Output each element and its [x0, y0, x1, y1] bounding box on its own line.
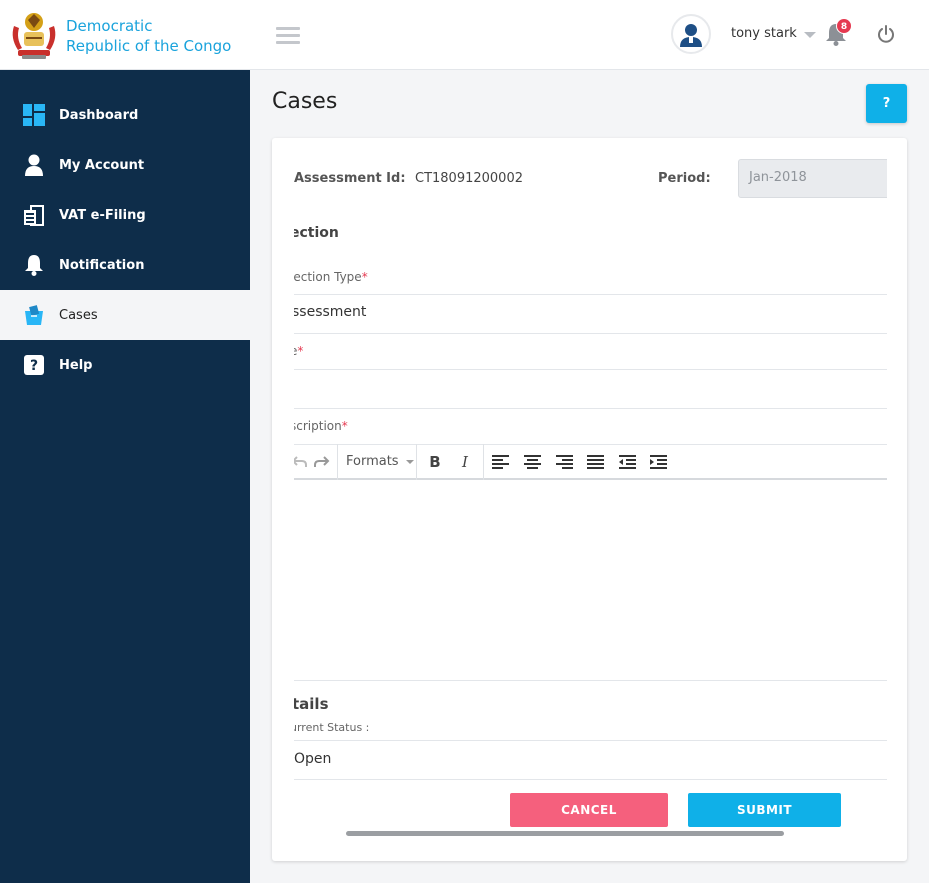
required-mark: * [297, 344, 304, 358]
description-label: scription* [294, 419, 348, 433]
svg-text:?: ? [30, 358, 38, 374]
chevron-down-icon[interactable] [804, 32, 816, 38]
toolbar-separator [483, 444, 484, 480]
align-center-icon[interactable] [521, 451, 543, 473]
assessment-id-label: Assessment Id: [294, 171, 406, 186]
help-button[interactable]: ? [866, 84, 907, 123]
sidebar-item-label: My Account [59, 157, 145, 173]
divider [294, 740, 887, 741]
editor-toolbar: Formats B I [294, 444, 887, 480]
sidebar-item-label: VAT e-Filing [59, 207, 146, 223]
brand-title-line2: Republic of the Congo [66, 37, 232, 55]
dashboard-icon [22, 103, 46, 127]
divider [294, 333, 887, 334]
period-field: Jan-2018 [738, 159, 887, 198]
divider [294, 408, 887, 409]
horizontal-scrollbar[interactable] [346, 831, 784, 836]
objection-type-select[interactable]: ssessment [294, 304, 366, 320]
sidebar-item-help[interactable]: ? Help [0, 340, 250, 390]
divider [294, 680, 887, 681]
align-justify-icon[interactable] [584, 451, 606, 473]
toolbar-separator [416, 444, 417, 480]
divider [294, 369, 887, 370]
objection-type-label-text: jection Type [294, 270, 362, 284]
current-status-label: urrent Status : [294, 721, 370, 734]
user-avatar[interactable] [671, 14, 711, 54]
redo-icon[interactable] [311, 451, 333, 473]
page-title: Cases [272, 89, 338, 114]
brand-title: Democratic Republic of the Congo [66, 16, 231, 56]
bold-button[interactable]: B [424, 451, 446, 473]
menu-toggle-icon[interactable] [276, 27, 300, 45]
align-left-icon[interactable] [489, 451, 511, 473]
cases-icon [22, 303, 46, 327]
title-input[interactable] [294, 378, 887, 408]
sidebar-item-label: Cases [59, 307, 98, 323]
sidebar-item-label: Dashboard [59, 107, 139, 123]
coat-of-arms-icon [12, 13, 56, 59]
bell-icon [22, 253, 46, 277]
notification-count-badge: 8 [836, 18, 852, 34]
sidebar-item-vat-e-filing[interactable]: VAT e-Filing [0, 190, 250, 240]
formats-dropdown[interactable]: Formats [346, 454, 414, 469]
outdent-icon[interactable] [616, 451, 638, 473]
sidebar-item-notification[interactable]: Notification [0, 240, 250, 290]
sidebar-item-dashboard[interactable]: Dashboard [0, 90, 250, 140]
align-right-icon[interactable] [553, 451, 575, 473]
undo-icon[interactable] [294, 451, 310, 473]
title-label: e* [294, 344, 303, 358]
description-label-text: scription [294, 419, 342, 433]
sidebar-nav: Dashboard My Account VAT e-Filing Notifi… [0, 90, 250, 390]
divider [294, 779, 887, 780]
period-label: Period: [658, 171, 711, 186]
sidebar-item-cases[interactable]: Cases [0, 290, 250, 340]
divider [294, 294, 887, 295]
chevron-down-icon [405, 459, 414, 464]
assessment-id-value: CT18091200002 [415, 171, 523, 186]
topbar: tony stark 8 [250, 0, 929, 70]
formats-label: Formats [346, 454, 399, 469]
submit-button[interactable]: SUBMIT [688, 793, 841, 827]
toolbar-separator [337, 444, 338, 480]
objection-section-heading: ection [294, 225, 339, 241]
help-icon: ? [22, 353, 46, 377]
cancel-button[interactable]: CANCEL [510, 793, 668, 827]
form-scroll-area[interactable]: Assessment Id: CT18091200002 Period: Jan… [294, 138, 887, 861]
italic-button[interactable]: I [454, 451, 476, 473]
sidebar: Democratic Republic of the Congo Dashboa… [0, 0, 250, 883]
brand-title-line1: Democratic [66, 17, 153, 35]
avatar-icon [680, 24, 702, 47]
required-mark: * [361, 270, 368, 284]
case-form-card: Assessment Id: CT18091200002 Period: Jan… [272, 138, 907, 861]
username[interactable]: tony stark [731, 26, 797, 41]
power-icon[interactable] [876, 24, 896, 44]
objection-type-label: jection Type* [294, 270, 368, 284]
required-mark: * [341, 419, 348, 433]
filing-icon [22, 203, 46, 227]
current-status-value: Open [294, 751, 332, 767]
description-editor-area[interactable] [294, 482, 887, 679]
sidebar-item-my-account[interactable]: My Account [0, 140, 250, 190]
brand-header[interactable]: Democratic Republic of the Congo [0, 0, 250, 70]
sidebar-item-label: Help [59, 357, 93, 373]
user-icon [22, 153, 46, 177]
sidebar-item-label: Notification [59, 257, 145, 273]
details-section-heading: tails [294, 695, 329, 713]
indent-icon[interactable] [647, 451, 669, 473]
